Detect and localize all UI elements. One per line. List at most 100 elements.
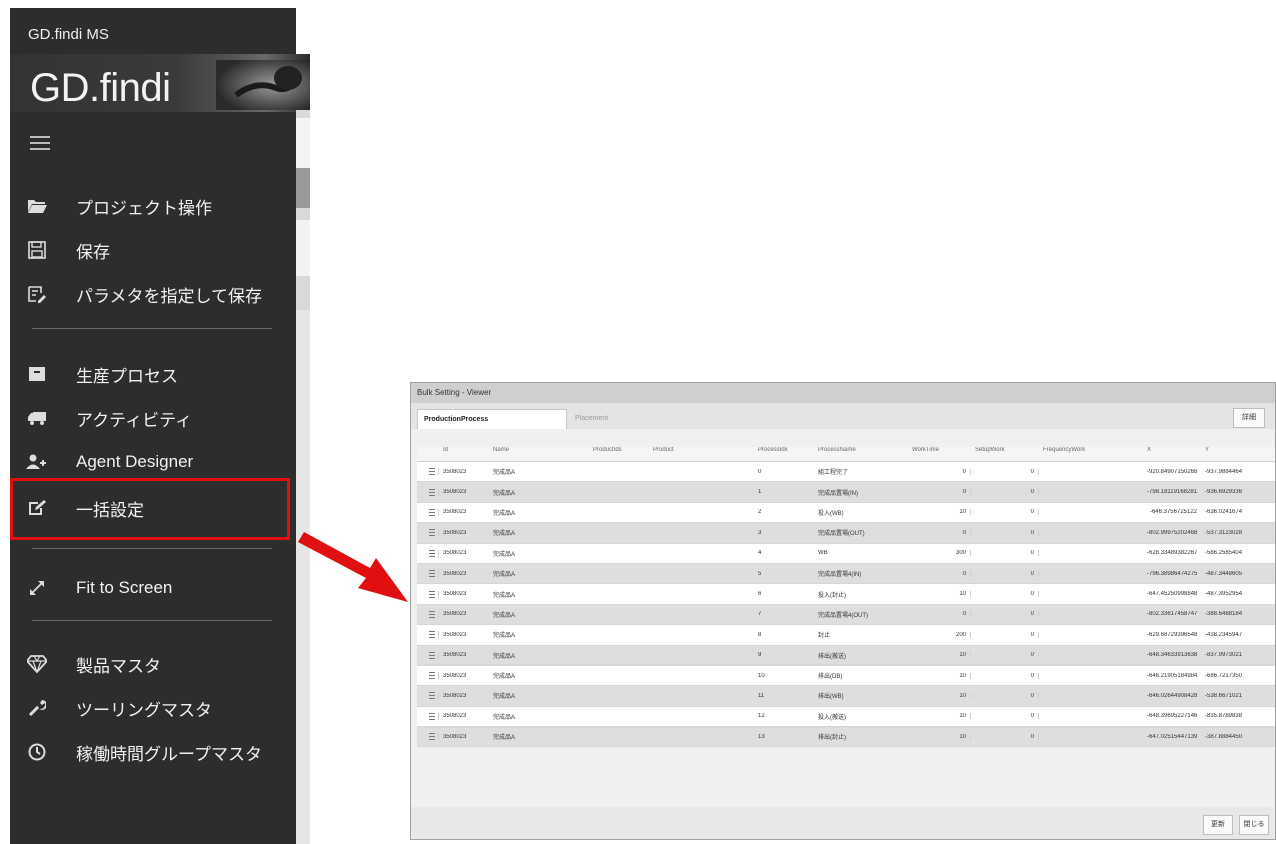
cell-work-time[interactable]: 10 [908,672,971,679]
menu-activity[interactable]: アクティビティ [10,398,296,438]
menu-tooling-master[interactable]: ツーリングマスタ [10,688,296,728]
cell-x[interactable]: -628.33489382267 [1143,550,1201,556]
column-header[interactable]: SetupWork [971,447,1039,461]
cell-y[interactable]: -388.6488184 [1201,611,1261,617]
cell-setup-work[interactable]: 0 [971,550,1039,557]
column-header[interactable]: FrequencyWork [1039,447,1143,461]
cell-y[interactable]: -636.0241674 [1201,509,1261,515]
cell-process-name[interactable]: 封止 [814,630,908,639]
row-handle-icon[interactable] [417,733,439,741]
cell-work-time[interactable]: 10 [908,733,971,740]
cell-process-idx[interactable]: 2 [754,509,814,515]
cell-x[interactable]: -646.02644908428 [1143,693,1201,699]
cell-y[interactable]: -487.3952954 [1201,591,1261,597]
column-header[interactable]: Id [439,447,489,461]
cell-setup-work[interactable]: 0 [971,529,1039,536]
tab-production-process[interactable]: ProductionProcess [417,409,567,429]
cell-id[interactable]: 3508023 [439,591,489,597]
cell-process-idx[interactable]: 13 [754,734,814,740]
table-row[interactable]: 3508023 完成品A 10 排出(DB) 10 0 -646.21905184984 -6… [417,665,1275,687]
close-button[interactable]: 閉じる [1239,815,1269,835]
menu-fit-to-screen[interactable]: Fit to Screen [10,568,296,608]
row-handle-icon[interactable] [417,651,439,659]
cell-process-idx[interactable]: 0 [754,469,814,475]
cell-name[interactable]: 完成品A [489,508,589,517]
cell-x[interactable]: -648.39695227146 [1143,713,1201,719]
column-header[interactable]: Y [1201,447,1261,461]
cell-name[interactable]: 完成品A [489,691,589,700]
cell-setup-work[interactable]: 0 [971,611,1039,618]
cell-process-idx[interactable]: 6 [754,591,814,597]
cell-process-idx[interactable]: 9 [754,652,814,658]
cell-id[interactable]: 3508023 [439,550,489,556]
cell-work-time[interactable]: 0 [908,529,971,536]
table-row[interactable]: 3508023 完成品A 8 封止 200 0 -629.68729396548 -438.2… [417,625,1275,646]
row-handle-icon[interactable] [417,610,439,618]
table-row[interactable]: 3508023 完成品A 9 排出(搬送) 10 0 -648.34633913638 -83… [417,645,1275,666]
cell-y[interactable]: -438.2345947 [1201,632,1261,638]
cell-work-time[interactable]: 10 [908,591,971,598]
row-handle-icon[interactable] [417,692,439,700]
cell-work-time[interactable]: 10 [908,713,971,720]
cell-id[interactable]: 3508023 [439,469,489,475]
column-header[interactable]: Product [649,447,754,461]
cell-process-name[interactable]: 排出(DB) [814,671,908,680]
cell-name[interactable]: 完成品A [489,732,589,741]
table-row[interactable]: 3508023 完成品A 7 完成品置場4(OUT) 0 0 -802.3361745874… [417,604,1275,626]
cell-process-idx[interactable]: 8 [754,632,814,638]
row-handle-icon[interactable] [417,549,439,557]
update-button[interactable]: 更新 [1203,815,1233,835]
cell-setup-work[interactable]: 0 [971,692,1039,699]
cell-x[interactable]: -802.99975202468 [1143,530,1201,536]
column-header[interactable]: ProcessName [814,447,908,461]
cell-id[interactable]: 3508023 [439,611,489,617]
cell-name[interactable]: 完成品A [489,549,589,558]
cell-x[interactable]: -796.38986474275 [1143,571,1201,577]
cell-work-time[interactable]: 10 [908,509,971,516]
cell-work-time[interactable]: 10 [908,692,971,699]
hamburger-menu-icon[interactable] [30,136,50,150]
table-row[interactable]: 3508023 完成品A 12 投入(搬送) 10 0 -648.39695227146 -8… [417,706,1275,728]
cell-setup-work[interactable]: 0 [971,631,1039,638]
cell-work-time[interactable]: 0 [908,611,971,618]
cell-name[interactable]: 完成品A [489,712,589,721]
cell-process-name[interactable]: 排出(WB) [814,691,908,700]
cell-x[interactable]: -920.84907150268 [1143,469,1201,475]
cell-process-idx[interactable]: 10 [754,673,814,679]
menu-save[interactable]: 保存 [10,230,296,270]
cell-setup-work[interactable]: 0 [971,570,1039,577]
detail-button[interactable]: 詳細 [1233,408,1265,428]
cell-y[interactable]: -686.7217350 [1201,673,1261,679]
table-row[interactable]: 3508023 完成品A 2 投入(WB) 10 0 -646.3756725122 -636… [417,502,1275,524]
menu-operating-time-group-master[interactable]: 稼働時間グループマスタ [10,732,296,772]
cell-process-name[interactable]: WB [814,550,908,556]
menu-save-with-params[interactable]: パラメタを指定して保存 [10,274,296,314]
cell-process-idx[interactable]: 12 [754,713,814,719]
cell-x[interactable]: -802.33617458747 [1143,611,1201,617]
column-header[interactable]: ProductIds [589,447,649,461]
cell-setup-work[interactable]: 0 [971,509,1039,516]
cell-process-name[interactable]: 排出(封止) [814,732,908,741]
row-handle-icon[interactable] [417,712,439,720]
cell-process-name[interactable]: 完成品置場(OUT) [814,528,908,537]
cell-y[interactable]: -537.3123028 [1201,530,1261,536]
cell-work-time[interactable]: 300 [908,550,971,557]
cell-work-time[interactable]: 200 [908,631,971,638]
cell-process-name[interactable]: 排出(搬送) [814,651,908,660]
cell-id[interactable]: 3508023 [439,693,489,699]
cell-work-time[interactable]: 10 [908,652,971,659]
cell-process-idx[interactable]: 1 [754,489,814,495]
row-handle-icon[interactable] [417,631,439,639]
menu-project-operations[interactable]: プロジェクト操作 [10,186,296,226]
table-row[interactable]: 3508023 完成品A 11 排出(WB) 10 0 -646.02644908428 -5… [417,686,1275,707]
cell-y[interactable]: -387.8884450 [1201,734,1261,740]
cell-process-name[interactable]: 投入(WB) [814,508,908,517]
cell-setup-work[interactable]: 0 [971,733,1039,740]
cell-name[interactable]: 完成品A [489,569,589,578]
cell-y[interactable]: -835.8789838 [1201,713,1261,719]
menu-agent-designer[interactable]: Agent Designer [10,442,296,482]
cell-id[interactable]: 3508023 [439,673,489,679]
cell-id[interactable]: 3508023 [439,571,489,577]
table-row[interactable]: 3508023 完成品A 3 完成品置場(OUT) 0 0 -802.99975202468… [417,523,1275,544]
cell-y[interactable]: -937.9884464 [1201,469,1261,475]
